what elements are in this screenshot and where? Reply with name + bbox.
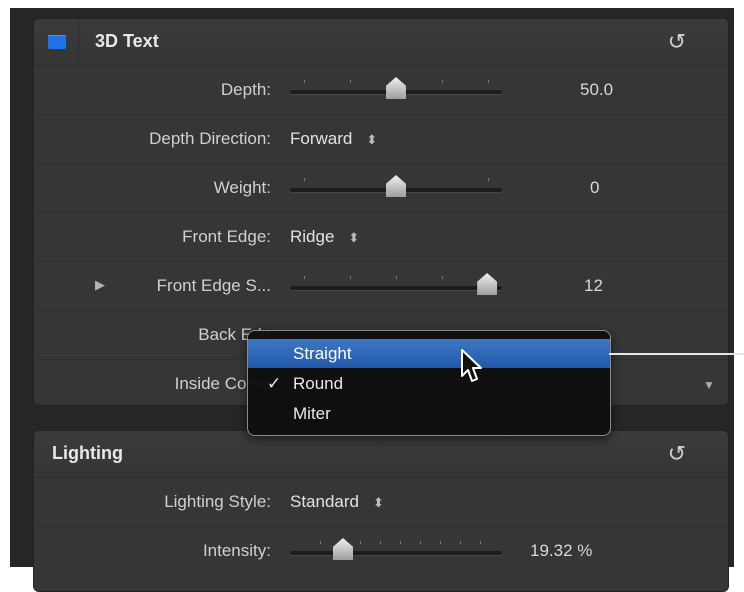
depth-label: Depth: (220, 80, 271, 99)
slider-track (290, 551, 502, 555)
slider-tick (480, 541, 481, 544)
lighting-panel: Lighting ↺ Lighting Style: Standard ⬍ Int… (33, 430, 729, 592)
lighting-style-popup[interactable]: Standard ⬍ (290, 492, 384, 512)
intensity-value[interactable]: 19.32 % (530, 541, 592, 561)
front-edge-size-value[interactable]: 12 (584, 276, 603, 296)
intensity-slider[interactable] (290, 538, 502, 560)
updown-arrows-icon: ⬍ (373, 495, 384, 510)
slider-tick (440, 541, 441, 544)
panel-title: Lighting (52, 443, 123, 463)
front-edge-size-label: Front Edge S... (156, 276, 271, 295)
slider-tick (396, 276, 397, 279)
mouse-pointer-icon (461, 349, 482, 382)
slider-tick (442, 80, 443, 83)
slider-tick (420, 541, 421, 544)
row-lighting-style: Lighting Style: Standard ⬍ (34, 478, 728, 527)
menu-item-label: Round (293, 374, 344, 393)
row-front-edge: Front Edge: Ridge ⬍ (34, 213, 728, 262)
slider-tick (350, 276, 351, 279)
updown-arrows-icon: ⬍ (366, 132, 378, 147)
menu-item-round[interactable]: ✓ Round (248, 369, 610, 398)
row-intensity: Intensity: 19.32 % (34, 527, 728, 575)
reset-icon[interactable]: ↺ (668, 441, 686, 467)
slider-tick (400, 541, 401, 544)
popup-value: Standard (290, 492, 359, 511)
panel-title: 3D Text (95, 31, 159, 51)
inside-corners-menu: Straight ✓ Round Miter (247, 330, 611, 436)
slider-tick (460, 541, 461, 544)
slider-tick (488, 178, 489, 181)
lighting-style-label: Lighting Style: (164, 492, 271, 511)
row-front-edge-size: ▶ Front Edge S... 12 (34, 262, 728, 311)
popup-arrow-icon[interactable]: ▼ (698, 375, 720, 395)
front-edge-label: Front Edge: (182, 227, 271, 246)
disclosure-triangle-icon[interactable]: ▶ (95, 277, 105, 293)
slider-tick (304, 178, 305, 181)
slider-tick (304, 80, 305, 83)
row-weight: Weight: 0 (34, 164, 728, 213)
intensity-label: Intensity: (202, 541, 271, 560)
lighting-header: Lighting ↺ (34, 431, 728, 478)
enable-toggle-area[interactable] (34, 19, 79, 65)
slider-tick (304, 276, 305, 279)
updown-arrows-icon: ⬍ (348, 230, 360, 245)
inspector-screenshot: 3D Text ↺ Depth: 50.0 Depth Direction: F… (0, 0, 744, 592)
3d-text-header: 3D Text ↺ (34, 19, 728, 66)
menu-item-label: Straight (293, 344, 352, 363)
menu-item-label: Miter (293, 404, 331, 423)
front-edge-popup[interactable]: Ridge ⬍ (290, 227, 359, 247)
callout-line (609, 353, 744, 355)
slider-knob[interactable] (386, 175, 406, 197)
depth-direction-popup[interactable]: Forward ⬍ (290, 129, 377, 149)
slider-tick (350, 80, 351, 83)
weight-slider[interactable] (290, 175, 502, 197)
weight-label: Weight: (213, 178, 271, 197)
slider-tick (488, 80, 489, 83)
depth-slider[interactable] (290, 77, 502, 99)
depth-direction-label: Depth Direction: (149, 129, 271, 148)
slider-tick (360, 541, 361, 544)
front-edge-size-slider[interactable] (290, 273, 502, 295)
popup-value: Ridge (290, 227, 335, 246)
reset-icon[interactable]: ↺ (668, 29, 686, 55)
depth-value[interactable]: 50.0 (580, 80, 613, 100)
row-depth: Depth: 50.0 (34, 66, 728, 115)
slider-knob[interactable] (333, 538, 353, 560)
slider-track (290, 286, 502, 290)
row-depth-direction: Depth Direction: Forward ⬍ (34, 115, 728, 164)
popup-value: Forward (290, 129, 353, 148)
slider-knob[interactable] (386, 77, 406, 99)
menu-item-miter[interactable]: Miter (248, 399, 610, 428)
slider-tick (442, 276, 443, 279)
slider-tick (380, 541, 381, 544)
menu-item-straight[interactable]: Straight (248, 339, 610, 368)
slider-knob[interactable] (477, 273, 498, 295)
checkmark-icon: ✓ (267, 374, 282, 393)
weight-value[interactable]: 0 (590, 178, 599, 198)
slider-tick (320, 541, 321, 544)
enable-checkbox[interactable] (48, 35, 66, 49)
